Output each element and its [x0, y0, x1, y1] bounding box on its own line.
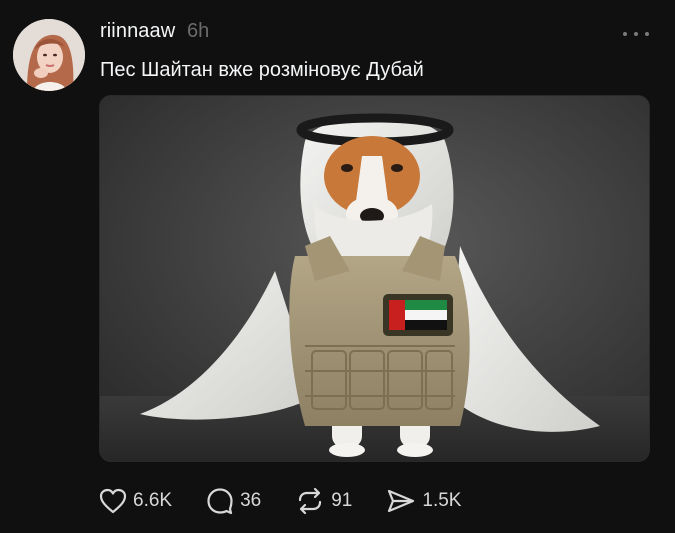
thread-post: riinnaaw 6h Пес Шайтан вже розміновує Ду…	[0, 0, 675, 533]
avatar-image	[13, 19, 85, 91]
heart-icon	[99, 488, 127, 514]
repost-icon	[299, 487, 322, 515]
reply-count: 36	[240, 490, 262, 511]
share-count: 1.5K	[422, 490, 462, 511]
like-button[interactable]: 6.6K	[99, 488, 172, 514]
comment-icon	[207, 488, 233, 515]
timestamp: 6h	[187, 20, 210, 42]
more-options-button[interactable]	[623, 30, 649, 38]
share-button[interactable]: 1.5K	[386, 488, 461, 514]
username[interactable]: riinnaaw	[100, 20, 175, 43]
dot-icon	[634, 32, 638, 36]
post-caption: Пес Шайтан вже розміновує Дубай	[100, 59, 424, 81]
send-icon	[388, 489, 415, 513]
dog-in-keffiyeh-photo	[100, 96, 649, 461]
post-image[interactable]	[99, 95, 650, 462]
repost-count: 91	[331, 490, 353, 511]
like-count: 6.6K	[133, 490, 173, 511]
post-actions: 6.6K 36 91 1.5K	[99, 484, 495, 518]
repost-button[interactable]: 91	[295, 487, 352, 515]
dot-icon	[623, 32, 627, 36]
avatar[interactable]	[13, 19, 85, 91]
reply-button[interactable]: 36	[206, 487, 261, 515]
dot-icon	[645, 32, 649, 36]
